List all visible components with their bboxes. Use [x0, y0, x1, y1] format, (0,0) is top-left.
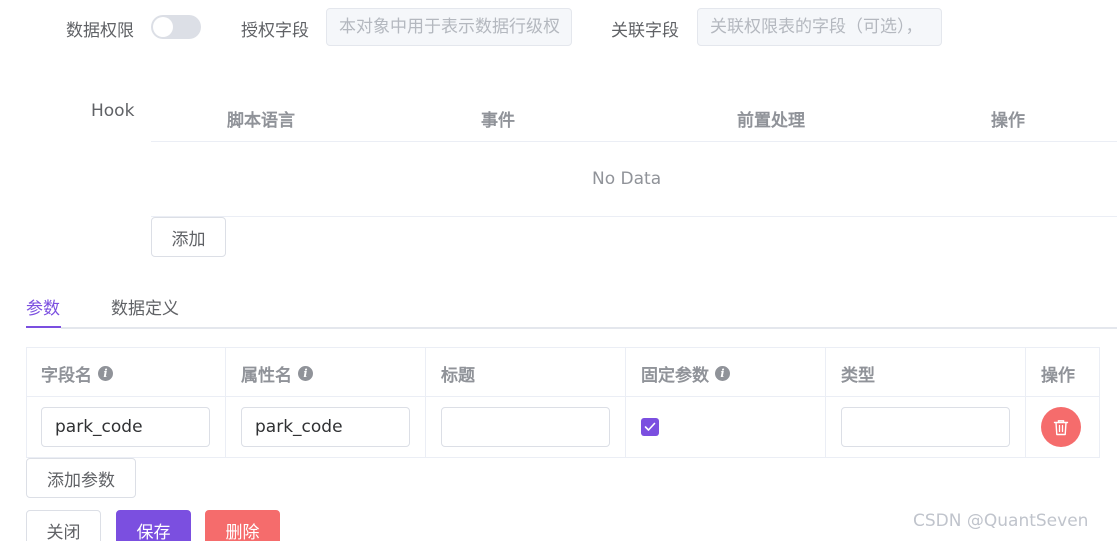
- attr-name-input[interactable]: park_code: [241, 407, 410, 447]
- field-name-input[interactable]: park_code: [41, 407, 210, 447]
- hook-empty-text: No Data: [592, 169, 662, 189]
- col-divider: [825, 347, 826, 458]
- tab-params[interactable]: 参数: [26, 294, 60, 319]
- close-button[interactable]: 关闭: [26, 510, 101, 541]
- hook-body-divider: [151, 216, 1117, 217]
- params-col-title: 标题: [441, 361, 475, 386]
- delete-row-button[interactable]: [1041, 407, 1081, 447]
- auth-field-input[interactable]: 本对象中用于表示数据行级杈: [326, 8, 572, 46]
- params-col-label: 标题: [441, 366, 475, 386]
- params-col-type: 类型: [841, 361, 875, 386]
- title-input[interactable]: [441, 407, 610, 447]
- hook-col-actions: 操作: [991, 111, 1025, 131]
- hook-add-button[interactable]: 添加: [151, 217, 226, 257]
- link-field-input[interactable]: 关联权限表的字段（可选），: [697, 8, 942, 46]
- params-col-label: 固定参数: [641, 366, 709, 386]
- col-divider: [1025, 347, 1026, 458]
- hook-col-language: 脚本语言: [227, 111, 295, 131]
- col-divider: [625, 347, 626, 458]
- check-icon: [644, 422, 656, 431]
- params-col-actions: 操作: [1041, 361, 1075, 386]
- params-col-label: 类型: [841, 366, 875, 386]
- params-col-fixed: 固定参数 i: [641, 361, 730, 386]
- auth-field-label: 授权字段: [241, 21, 309, 41]
- params-col-label: 字段名: [41, 366, 92, 386]
- delete-button[interactable]: 删除: [205, 510, 280, 541]
- tab-data-definition[interactable]: 数据定义: [111, 294, 179, 319]
- watermark: CSDN @QuantSeven: [913, 511, 1089, 531]
- params-col-label: 属性名: [241, 366, 292, 386]
- hook-label: Hook: [91, 101, 135, 121]
- col-divider: [225, 347, 226, 458]
- hook-col-event: 事件: [481, 111, 515, 131]
- switch-knob: [153, 17, 173, 37]
- params-col-field-name: 字段名 i: [41, 361, 113, 386]
- link-field-label: 关联字段: [611, 21, 679, 41]
- info-icon[interactable]: i: [98, 366, 113, 381]
- fixed-param-checkbox[interactable]: [641, 418, 659, 436]
- tabs-divider: [61, 327, 1117, 329]
- data-permission-switch[interactable]: [151, 15, 201, 39]
- col-divider: [425, 347, 426, 458]
- type-input[interactable]: [841, 407, 1010, 447]
- params-col-label: 操作: [1041, 366, 1075, 386]
- params-header-divider: [26, 396, 1100, 397]
- hook-col-preprocess: 前置处理: [737, 111, 805, 131]
- hook-header-divider: [151, 141, 1117, 142]
- info-icon[interactable]: i: [715, 366, 730, 381]
- data-permission-label: 数据权限: [66, 21, 134, 41]
- add-param-button[interactable]: 添加参数: [26, 458, 136, 498]
- trash-icon: [1053, 419, 1069, 435]
- tab-active-ink: [26, 326, 61, 328]
- save-button[interactable]: 保存: [116, 510, 191, 541]
- params-col-attr-name: 属性名 i: [241, 361, 313, 386]
- info-icon[interactable]: i: [298, 366, 313, 381]
